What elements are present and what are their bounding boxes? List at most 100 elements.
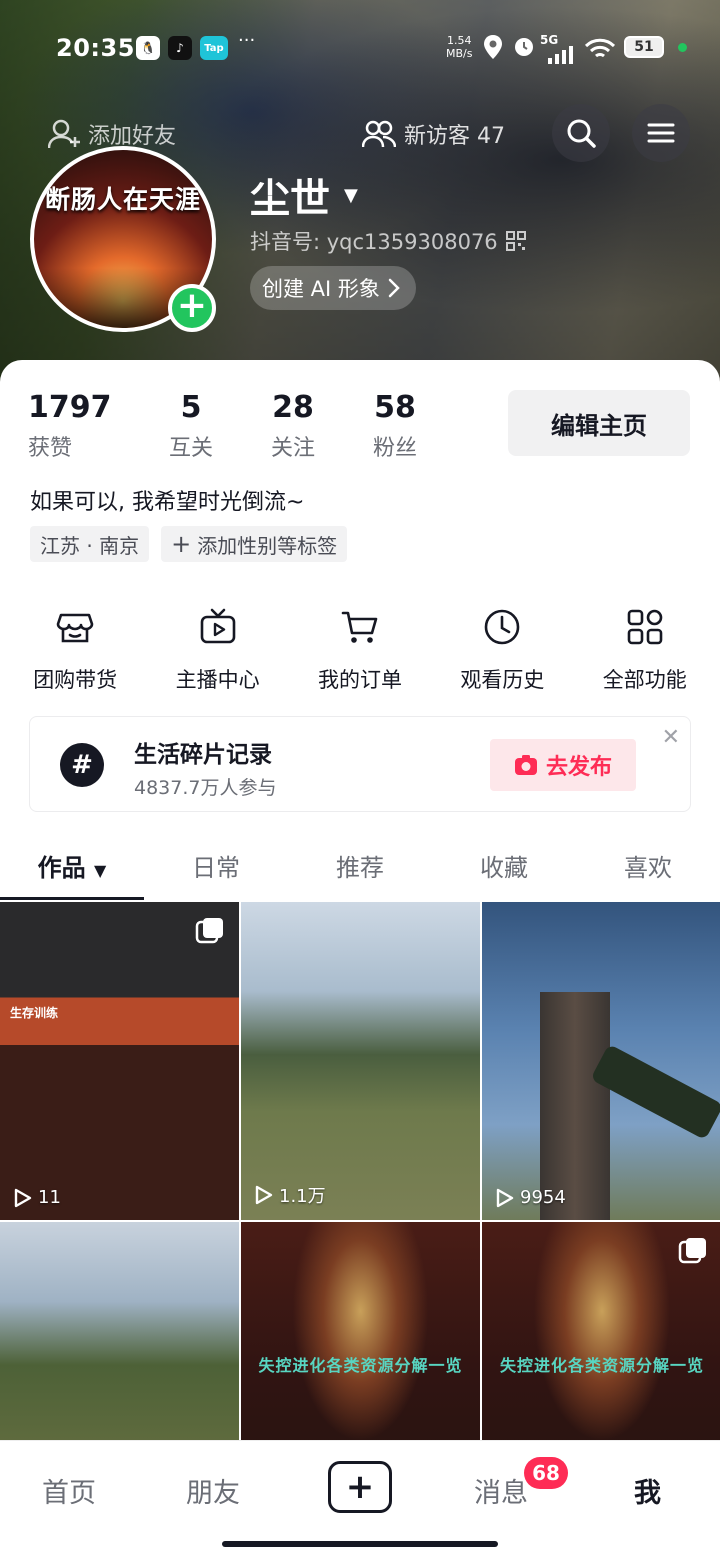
play-icon: [14, 1188, 32, 1207]
tab-recommend[interactable]: 推荐: [288, 838, 432, 900]
qq-app-icon: 🐧: [136, 36, 160, 60]
nav-me[interactable]: 我: [634, 1471, 661, 1510]
multi-image-icon: [678, 1236, 708, 1270]
view-count: 9954: [496, 1187, 566, 1208]
play-icon: [496, 1188, 514, 1207]
location-tag-label: 江苏 · 南京: [40, 533, 140, 558]
stat-likes[interactable]: 1797 获赞: [28, 390, 112, 462]
nickname-text: 尘世: [250, 176, 330, 222]
view-count: 1.1万: [255, 1182, 326, 1208]
profile-stats: 1797 获赞 5 互关 28 关注 58 粉丝: [28, 390, 446, 462]
clock-icon: [479, 604, 525, 650]
tab-likes[interactable]: 喜欢: [576, 838, 720, 900]
view-count-value: 1.1万: [279, 1186, 326, 1207]
feature-shortcuts: 团购带货 主播中心 我的订单 观看历史 全部功能: [0, 604, 720, 694]
add-tag-button[interactable]: + 添加性别等标签: [161, 526, 348, 562]
bottom-nav: 首页 朋友 + 消息 68 我: [0, 1440, 720, 1559]
topic-participants: 4837.7万人参与: [134, 777, 277, 799]
visitors-label: 新访客 47: [404, 124, 505, 149]
play-icon: [255, 1185, 273, 1205]
video-thumbnail[interactable]: 9954: [482, 902, 720, 1220]
nickname[interactable]: 尘世 ▼: [250, 166, 358, 224]
stat-followers[interactable]: 58 粉丝: [344, 390, 446, 462]
douyin-id[interactable]: 抖音号: yqc1359308076: [250, 226, 526, 256]
avatar-caption: 断肠人在天涯: [44, 185, 201, 214]
feature-label: 观看历史: [460, 668, 545, 692]
feature-my-orders[interactable]: 我的订单: [295, 604, 425, 694]
hashtag-icon: #: [60, 743, 104, 787]
tab-works[interactable]: 作品 ▼: [0, 838, 144, 900]
status-bar: 20:35 🐧 ♪ Tap ··· 1.54 MB/s 5G 51: [0, 30, 720, 70]
location-tag[interactable]: 江苏 · 南京: [30, 526, 150, 562]
messages-badge: 68: [524, 1457, 568, 1489]
apps-icon: [622, 604, 668, 650]
video-thumbnail[interactable]: 1.1万: [241, 902, 480, 1220]
account-switch-caret-icon[interactable]: ▼: [344, 185, 358, 206]
search-icon: [567, 119, 596, 148]
add-story-plus-icon[interactable]: +: [168, 284, 216, 332]
alarm-icon: [512, 34, 536, 61]
net-speed-value: 1.54: [446, 34, 472, 47]
video-overlay-title: 失控进化各类资源分解一览: [258, 1356, 463, 1375]
video-thumbnail[interactable]: 生存训练 11: [0, 902, 239, 1220]
battery-indicator: 51: [624, 36, 664, 58]
search-button[interactable]: [552, 104, 610, 162]
create-post-button[interactable]: +: [328, 1461, 392, 1513]
stat-mutual[interactable]: 5 互关: [140, 390, 242, 462]
plus-icon: +: [345, 1467, 375, 1507]
publish-label: 去发布: [545, 755, 612, 780]
nav-messages[interactable]: 消息: [474, 1471, 528, 1510]
more-notifications: ···: [238, 30, 256, 51]
video-overlay-heading: 生存训练: [10, 1006, 59, 1020]
qr-code-icon[interactable]: [505, 231, 526, 251]
tiktok-app-icon: ♪: [168, 36, 192, 60]
stat-following[interactable]: 28 关注: [242, 390, 344, 462]
home-indicator[interactable]: [222, 1541, 498, 1547]
stat-value: 1797: [28, 390, 112, 425]
feature-group-buy[interactable]: 团购带货: [10, 604, 140, 694]
chevron-right-icon: [388, 278, 400, 298]
menu-button[interactable]: [632, 104, 690, 162]
feature-streamer-center[interactable]: 主播中心: [153, 604, 283, 694]
stat-label: 关注: [270, 436, 315, 461]
tab-label: 作品: [37, 854, 86, 882]
create-ai-avatar-label: 创建 AI 形象: [262, 277, 380, 301]
multi-image-icon: [195, 916, 225, 950]
content-tabs: 作品 ▼ 日常 推荐 收藏 喜欢: [0, 838, 720, 900]
camera-icon: [514, 755, 537, 775]
view-count-value: 11: [38, 1187, 61, 1208]
add-tag-label: 添加性别等标签: [197, 533, 338, 558]
bio-text[interactable]: 如果可以, 我希望时光倒流~: [30, 484, 304, 516]
net-speed: 1.54 MB/s: [446, 34, 472, 60]
nav-home[interactable]: 首页: [42, 1471, 96, 1510]
tab-label: 日常: [192, 854, 240, 882]
new-visitors-button[interactable]: 新访客 47: [362, 118, 505, 150]
stat-label: 粉丝: [372, 436, 417, 461]
hamburger-icon: [647, 123, 675, 143]
stat-value: 28: [272, 390, 314, 425]
tv-icon: [195, 604, 241, 650]
tab-favorites[interactable]: 收藏: [432, 838, 576, 900]
feature-watch-history[interactable]: 观看历史: [437, 604, 567, 694]
shop-icon: [52, 604, 98, 650]
caret-down-icon: ▼: [94, 861, 107, 880]
stat-label: 互关: [168, 436, 213, 461]
plus-icon: +: [171, 530, 192, 558]
stat-value: 58: [374, 390, 416, 425]
topic-banner[interactable]: # 生活碎片记录 4837.7万人参与 去发布 ✕: [29, 716, 691, 812]
tab-label: 推荐: [336, 854, 384, 882]
thumbnail-tower-shape: [540, 992, 610, 1220]
feature-all-functions[interactable]: 全部功能: [580, 604, 710, 694]
tab-label: 喜欢: [624, 854, 672, 882]
view-count: 11: [14, 1187, 61, 1208]
avatar[interactable]: 断肠人在天涯 +: [30, 146, 218, 332]
tab-daily[interactable]: 日常: [144, 838, 288, 900]
edit-profile-button[interactable]: 编辑主页: [508, 390, 690, 456]
publish-button[interactable]: 去发布: [490, 739, 636, 791]
create-ai-avatar-button[interactable]: 创建 AI 形象: [250, 266, 416, 310]
feature-label: 我的订单: [317, 668, 402, 692]
recording-dot: [678, 43, 687, 52]
video-overlay-title: 失控进化各类资源分解一览: [499, 1356, 704, 1375]
close-icon[interactable]: ✕: [662, 725, 680, 750]
nav-friends[interactable]: 朋友: [186, 1471, 240, 1510]
